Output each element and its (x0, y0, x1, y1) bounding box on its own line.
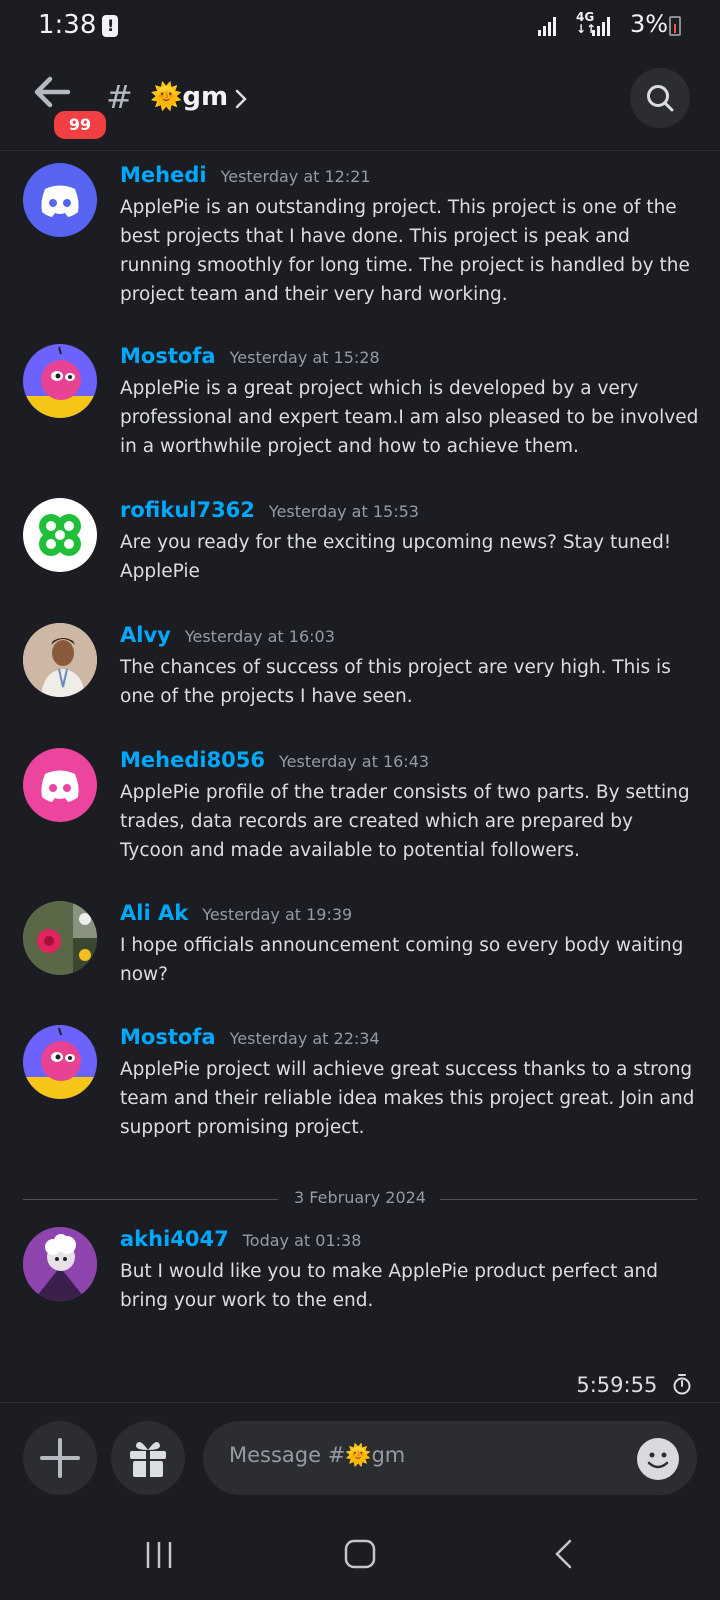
green-clover-icon (39, 514, 81, 556)
system-back-button[interactable] (552, 1538, 576, 1570)
gift-icon (130, 1441, 166, 1477)
avatar[interactable] (23, 498, 97, 572)
message-input[interactable]: Message #🌞gm (203, 1421, 697, 1495)
discord-logo-icon (41, 770, 79, 802)
unread-mentions-badge: 99 (51, 108, 109, 142)
person-photo-icon (23, 623, 97, 697)
message-content: But I would like you to make ApplePie pr… (120, 1261, 659, 1311)
search-button[interactable] (630, 68, 690, 128)
avatar[interactable] (23, 623, 97, 697)
flower-photo-icon (23, 901, 97, 975)
message-timestamp: Yesterday at 19:39 (202, 905, 353, 924)
text-channel-locked-icon: # (106, 78, 133, 116)
message-timestamp: Yesterday at 15:28 (229, 348, 380, 367)
message-header: Mehedi8056 Yesterday at 16:43 (120, 748, 429, 772)
message-composer: Message #🌞gm (0, 1402, 720, 1503)
message-timestamp: Yesterday at 22:34 (229, 1029, 380, 1048)
author-name[interactable]: Ali Ak (120, 901, 188, 925)
avatar[interactable] (23, 1025, 97, 1099)
slowmode-timer: 5:59:55 (576, 1373, 692, 1397)
search-icon (647, 85, 674, 112)
message-content: The chances of success of this project a… (120, 657, 671, 707)
message-timestamp: Yesterday at 16:03 (184, 627, 335, 646)
purple-character-icon (23, 1227, 97, 1301)
message-content: ApplePie profile of the trader consists … (120, 782, 690, 861)
message-content: Are you ready for the exciting upcoming … (120, 532, 672, 582)
author-name[interactable]: Mehedi (120, 163, 207, 187)
emoji-button[interactable] (637, 1438, 679, 1480)
pink-creature-icon (23, 1027, 97, 1099)
message-header: akhi4047 Today at 01:38 (120, 1227, 361, 1251)
message-header: Mostofa Yesterday at 22:34 (120, 1025, 380, 1049)
author-name[interactable]: rofikul7362 (120, 498, 255, 522)
plus-icon (40, 1438, 80, 1478)
stopwatch-icon (673, 1374, 691, 1395)
alert-notification-icon (102, 15, 118, 37)
author-name[interactable]: Mehedi8056 (120, 748, 265, 772)
message-content: ApplePie project will achieve great succ… (120, 1059, 695, 1138)
status-time: 1:38 (38, 10, 97, 40)
message-timestamp: Yesterday at 12:21 (220, 167, 371, 186)
recent-apps-button[interactable] (142, 1540, 176, 1570)
author-name[interactable]: Alvy (120, 623, 171, 647)
message-content: I hope officials announcement coming so … (120, 935, 684, 985)
avatar[interactable] (23, 901, 97, 975)
message-timestamp: Yesterday at 15:53 (268, 502, 419, 521)
message-input-placeholder: Message #🌞gm (229, 1443, 406, 1467)
discord-channel-screen: 1:38 4G↓↑ 3% 99 # 🌞gm (0, 0, 720, 1600)
date-label: 3 February 2024 (23, 1188, 697, 1207)
message-content: ApplePie is an outstanding project. This… (120, 197, 690, 305)
status-bar: 1:38 4G↓↑ 3% (0, 0, 720, 52)
author-name[interactable]: akhi4047 (120, 1227, 229, 1251)
gift-button[interactable] (111, 1421, 185, 1495)
avatar[interactable] (23, 748, 97, 822)
smiley-icon (647, 1452, 669, 1469)
battery-icon (669, 16, 681, 36)
message-header: Alvy Yesterday at 16:03 (120, 623, 335, 647)
home-button[interactable] (343, 1538, 377, 1570)
channel-header: 99 # 🌞gm (0, 52, 720, 151)
add-attachment-button[interactable] (23, 1421, 97, 1495)
message-list[interactable]: Mehedi Yesterday at 12:21 ApplePie is an … (0, 151, 720, 1401)
author-name[interactable]: Mostofa (120, 344, 216, 368)
avatar[interactable] (23, 163, 97, 237)
chevron-right-icon[interactable] (232, 88, 250, 110)
avatar[interactable] (23, 1227, 97, 1301)
message-header: Mehedi Yesterday at 12:21 (120, 163, 371, 187)
date-divider: 3 February 2024 (23, 1184, 697, 1214)
author-name[interactable]: Mostofa (120, 1025, 216, 1049)
message-header: Ali Ak Yesterday at 19:39 (120, 901, 352, 925)
pink-creature-icon (23, 346, 97, 418)
signal-strength-icon (538, 16, 558, 36)
message-header: Mostofa Yesterday at 15:28 (120, 344, 380, 368)
message-timestamp: Today at 01:38 (242, 1231, 362, 1250)
message-header: rofikul7362 Yesterday at 15:53 (120, 498, 419, 522)
system-navigation-bar (0, 1502, 720, 1600)
channel-title[interactable]: 🌞gm (150, 82, 228, 112)
battery-percentage: 3% (630, 10, 669, 38)
message-timestamp: Yesterday at 16:43 (279, 752, 430, 771)
discord-logo-icon (41, 185, 79, 217)
avatar[interactable] (23, 344, 97, 418)
message-content: ApplePie is a great project which is dev… (120, 378, 699, 457)
signal-strength-icon-2 (592, 16, 612, 36)
